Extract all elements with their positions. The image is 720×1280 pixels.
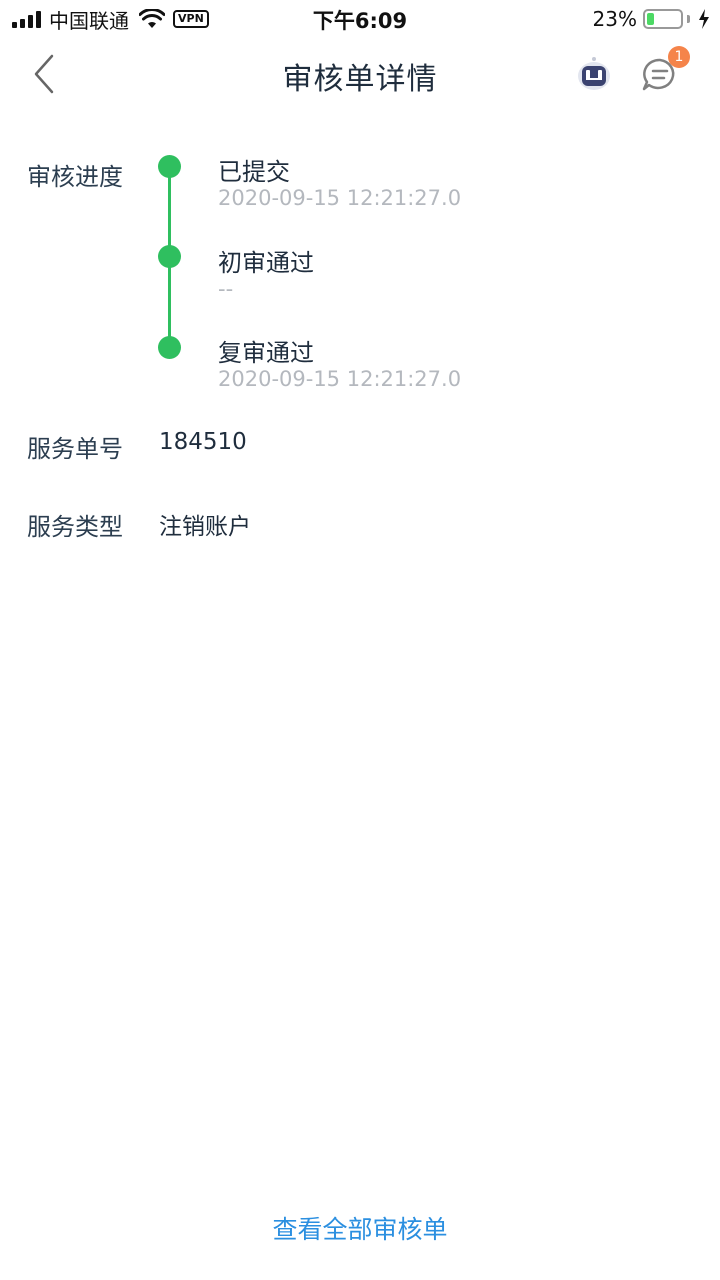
step-submitted-title: 已提交 [218, 158, 290, 186]
battery-tip [687, 15, 690, 23]
charging-bolt-icon [699, 9, 709, 29]
timeline-dot-submitted [158, 155, 181, 178]
chat-bubble-icon [642, 58, 675, 91]
timeline-dot-first-review [158, 245, 181, 268]
step-second-review-time: 2020-09-15 12:21:27.0 [218, 367, 462, 391]
status-right: 23% [593, 6, 710, 32]
service-type-value: 注销账户 [159, 514, 251, 540]
page-title: 审核单详情 [282, 62, 438, 97]
battery-level-fill [647, 13, 654, 25]
robot-assistant-button[interactable] [576, 56, 612, 92]
step-first-review-title: 初审通过 [218, 249, 314, 277]
service-type-label: 服务类型 [27, 513, 123, 541]
nav-bar: 审核单详情 1 [0, 38, 720, 110]
step-second-review-title: 复审通过 [218, 339, 314, 367]
robot-assistant-icon [578, 57, 610, 90]
step-first-review-time: -- [218, 277, 234, 301]
review-progress-label: 审核进度 [27, 163, 123, 191]
message-badge: 1 [668, 46, 690, 68]
view-all-reviews-link[interactable]: 查看全部审核单 [0, 1210, 720, 1246]
step-submitted-time: 2020-09-15 12:21:27.0 [218, 186, 462, 210]
screen: 中国联通 VPN 下午6:09 23% 审核单详情 1 审核进度 已提交 202… [0, 0, 720, 1280]
battery-icon [643, 9, 683, 29]
status-bar: 中国联通 VPN 下午6:09 23% [0, 0, 720, 38]
service-number-label: 服务单号 [27, 435, 123, 463]
battery-percent: 23% [592, 7, 637, 31]
timeline-dot-second-review [158, 336, 181, 359]
service-number-value: 184510 [159, 429, 247, 455]
